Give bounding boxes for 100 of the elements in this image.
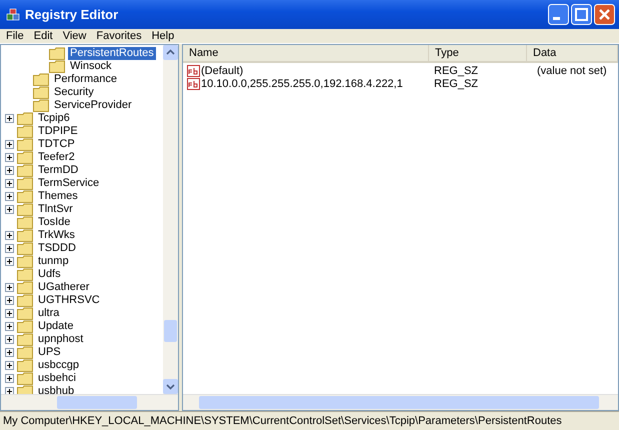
tree-item[interactable]: tunmp — [36, 255, 71, 268]
expand-icon[interactable] — [5, 114, 14, 123]
tree-item[interactable]: TDTCP — [36, 138, 77, 151]
folder-icon — [17, 294, 33, 307]
tree-item[interactable]: Themes — [36, 190, 80, 203]
expand-icon[interactable] — [5, 374, 14, 383]
expand-icon[interactable] — [5, 231, 14, 240]
folder-icon — [17, 333, 33, 346]
expand-icon[interactable] — [5, 335, 14, 344]
tree-item[interactable]: PersistentRoutes — [68, 47, 156, 60]
tree-item[interactable]: TermDD — [36, 164, 80, 177]
window-title: Registry Editor — [25, 7, 120, 22]
value-type: REG_SZ — [433, 78, 480, 90]
scroll-up-icon[interactable] — [163, 45, 178, 60]
menu-item[interactable]: File — [2, 30, 30, 42]
expand-icon[interactable] — [5, 244, 14, 253]
expand-icon[interactable] — [5, 296, 14, 305]
scroll-thumb[interactable] — [57, 396, 137, 409]
column-header[interactable]: Type — [429, 45, 527, 61]
expand-icon[interactable] — [5, 309, 14, 318]
column-header[interactable]: Name — [183, 45, 429, 61]
folder-icon — [33, 73, 49, 86]
folder-icon — [17, 307, 33, 320]
value-type: REG_SZ — [433, 64, 480, 76]
vertical-scrollbar[interactable] — [163, 45, 178, 394]
folder-icon — [49, 47, 65, 60]
expand-icon[interactable] — [5, 257, 14, 266]
tree-item[interactable]: upnphost — [36, 333, 86, 346]
expand-icon[interactable] — [5, 166, 14, 175]
tree-item[interactable]: usbehci — [36, 372, 78, 385]
status-bar: My Computer\HKEY_LOCAL_MACHINE\SYSTEM\CurrentControlSet\Services\Tcpip\Parameters\PersistentRoutes — [0, 411, 619, 430]
expand-icon[interactable] — [5, 153, 14, 162]
value-name[interactable]: 10.10.0.0,255.255.255.0,192.168.4.222,1 — [201, 78, 403, 90]
tree-item[interactable]: TDPIPE — [36, 125, 80, 138]
tree-item[interactable]: Tcpip6 — [36, 112, 72, 125]
tree-item[interactable]: Security — [52, 86, 96, 99]
folder-icon — [17, 125, 33, 138]
tree-item[interactable]: Performance — [52, 73, 119, 86]
tree-item[interactable]: ServiceProvider — [52, 99, 134, 112]
maximize-icon[interactable] — [571, 4, 592, 25]
folder-icon — [17, 281, 33, 294]
horizontal-scrollbar[interactable] — [183, 394, 618, 410]
folder-icon — [17, 164, 33, 177]
folder-icon — [33, 99, 49, 112]
horizontal-scrollbar[interactable] — [1, 394, 178, 410]
folder-icon — [17, 216, 33, 229]
expand-icon[interactable] — [5, 283, 14, 292]
folder-icon — [17, 346, 33, 359]
tree-item[interactable]: TrkWks — [36, 229, 77, 242]
folder-icon — [17, 138, 33, 151]
folder-icon — [17, 203, 33, 216]
expand-icon[interactable] — [5, 348, 14, 357]
value-data: (value not set) — [536, 64, 608, 76]
folder-icon — [33, 86, 49, 99]
menu-item[interactable]: Help — [148, 30, 180, 42]
tree-item[interactable]: usbhub — [36, 385, 76, 394]
scroll-thumb[interactable] — [199, 396, 599, 409]
expand-icon[interactable] — [5, 205, 14, 214]
tree-item[interactable]: TermService — [36, 177, 102, 190]
menu-item[interactable]: Edit — [30, 30, 59, 42]
minimize-icon[interactable] — [548, 4, 569, 25]
folder-icon — [17, 190, 33, 203]
folder-icon — [49, 60, 65, 73]
string-value-icon — [187, 64, 200, 76]
expand-icon[interactable] — [5, 179, 14, 188]
tree-item[interactable]: Teefer2 — [36, 151, 77, 164]
folder-icon — [17, 359, 33, 372]
folder-icon — [17, 112, 33, 125]
scroll-thumb[interactable] — [164, 320, 177, 342]
column-header[interactable]: Data — [527, 45, 618, 61]
expand-icon[interactable] — [5, 387, 14, 394]
expand-icon[interactable] — [5, 361, 14, 370]
tree-item[interactable]: ultra — [36, 307, 62, 320]
string-value-icon — [187, 78, 200, 90]
tree-item[interactable]: TosIde — [36, 216, 72, 229]
tree-item[interactable]: UPS — [36, 346, 63, 359]
tree-item[interactable]: TSDDD — [36, 242, 78, 255]
tree-item[interactable]: Winsock — [68, 60, 114, 73]
folder-icon — [17, 268, 33, 281]
tree-item[interactable]: UGTHRSVC — [36, 294, 102, 307]
tree-item[interactable]: Udfs — [36, 268, 63, 281]
expand-icon[interactable] — [5, 140, 14, 149]
close-icon[interactable] — [594, 4, 615, 25]
expand-icon[interactable] — [5, 322, 14, 331]
folder-icon — [17, 177, 33, 190]
tree-item[interactable]: Update — [36, 320, 76, 333]
tree-item[interactable]: UGatherer — [36, 281, 92, 294]
folder-icon — [17, 320, 33, 333]
tree-item[interactable]: TlntSvr — [36, 203, 75, 216]
folder-icon — [17, 229, 33, 242]
tree-item[interactable]: usbccgp — [36, 359, 81, 372]
menu-item[interactable]: Favorites — [92, 30, 148, 42]
value-name[interactable]: (Default) — [201, 64, 244, 76]
scroll-down-icon[interactable] — [163, 379, 178, 394]
menu-item[interactable]: View — [58, 30, 92, 42]
expand-icon[interactable] — [5, 192, 14, 201]
folder-icon — [17, 151, 33, 164]
folder-icon — [17, 255, 33, 268]
registry-cubes-icon — [6, 8, 20, 22]
folder-icon — [17, 242, 33, 255]
